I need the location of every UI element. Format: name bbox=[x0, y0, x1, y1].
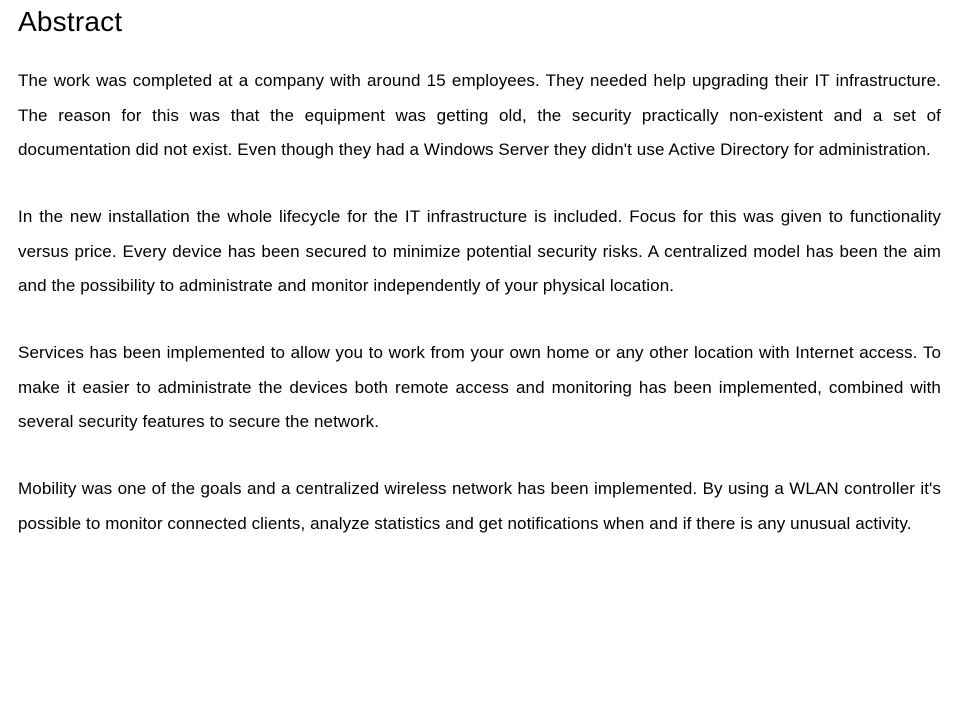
paragraph-intro: The work was completed at a company with… bbox=[18, 64, 941, 168]
paragraph-services: Services has been implemented to allow y… bbox=[18, 336, 941, 440]
document-page: Abstract The work was completed at a com… bbox=[0, 0, 959, 541]
paragraph-installation: In the new installation the whole lifecy… bbox=[18, 200, 941, 304]
paragraph-mobility: Mobility was one of the goals and a cent… bbox=[18, 472, 941, 541]
abstract-heading: Abstract bbox=[18, 6, 941, 38]
